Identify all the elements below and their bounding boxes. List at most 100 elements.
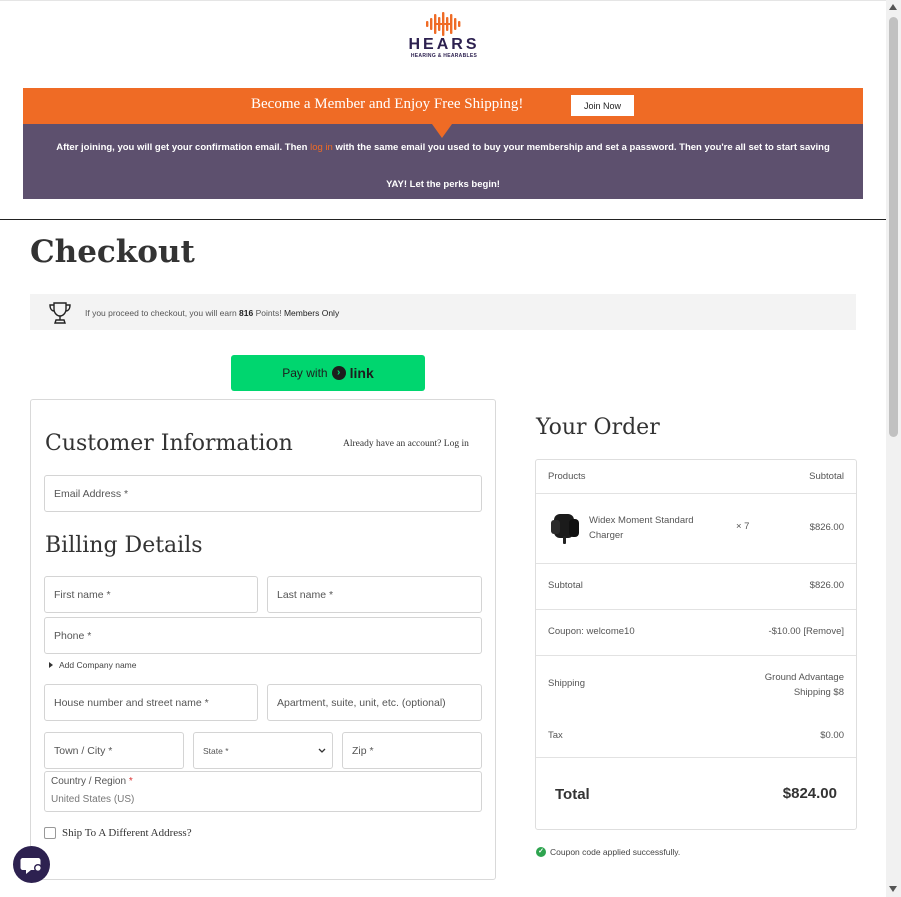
zip-field[interactable]: Zip * [342, 732, 482, 769]
first-name-placeholder: First name * [54, 588, 111, 601]
ship-different-label: Ship To A Different Address? [62, 827, 192, 839]
email-placeholder: Email Address * [54, 487, 129, 500]
shipping-label: Shipping [548, 678, 585, 689]
shipping-tax-row: Shipping Ground Advantage Shipping $8 Tax… [536, 656, 856, 758]
ship-different-address[interactable]: Ship To A Different Address? [44, 827, 192, 839]
scroll-up-arrow-icon[interactable] [889, 4, 897, 10]
membership-banner: Become a Member and Enjoy Free Shipping!… [23, 88, 863, 124]
coupon-success-text: Coupon code applied successfully. [550, 847, 681, 857]
checkout-page: HEARS HEARING & HEARABLES Become a Membe… [0, 0, 901, 897]
perks-message: YAY! Let the perks begin! [386, 179, 500, 190]
state-placeholder: State * [203, 745, 229, 756]
scroll-down-arrow-icon[interactable] [889, 886, 897, 892]
last-name-field[interactable]: Last name * [267, 576, 482, 613]
ship-different-checkbox[interactable] [44, 827, 56, 839]
pay-with-label: Pay with [282, 366, 328, 380]
instructions-login-link[interactable]: log in [310, 142, 333, 153]
pay-with-link-button[interactable]: Pay with › link [231, 355, 425, 391]
header-divider [0, 219, 886, 220]
logo-tagline: HEARING & HEARABLES [410, 53, 478, 59]
coupon-value: -$10.00 [768, 626, 801, 637]
product-quantity: × 7 [736, 521, 750, 532]
instructions-text-2: with the same email you used to buy your… [332, 142, 830, 153]
subtotal-value: $826.00 [809, 580, 844, 591]
chevron-down-icon [318, 748, 326, 753]
customer-information-title: Customer Information [45, 431, 293, 456]
logo-name: HEARS [408, 36, 480, 53]
scrollbar-thumb[interactable] [889, 17, 898, 437]
caret-right-icon [49, 662, 53, 668]
chat-widget-button[interactable] [13, 846, 50, 883]
product-name: Widex Moment Standard Charger [589, 515, 694, 541]
country-label-text: Country / Region [51, 776, 129, 787]
total-label: Total [555, 786, 590, 803]
coupon-discount: -$10.00 [Remove] [768, 626, 844, 637]
add-company-label: Add Company name [59, 660, 137, 670]
link-logo-icon: › [331, 366, 346, 380]
top-border [0, 0, 886, 1]
membership-instructions: After joining, you will get your confirm… [23, 141, 863, 155]
banner-pointer [432, 124, 452, 138]
total-value: $824.00 [782, 785, 837, 802]
subtotal-header: Subtotal [809, 471, 844, 482]
points-text-before: If you proceed to checkout, you will ear… [85, 308, 240, 318]
points-message: If you proceed to checkout, you will ear… [85, 308, 339, 318]
first-name-field[interactable]: First name * [44, 576, 258, 613]
points-text-after: Points! [253, 308, 284, 318]
email-field[interactable]: Email Address * [44, 475, 482, 512]
add-company-toggle[interactable]: Add Company name [49, 660, 137, 670]
hears-logo[interactable]: HEARS HEARING & HEARABLES [400, 12, 488, 64]
remove-coupon-link[interactable]: [Remove] [803, 626, 844, 637]
your-order-title: Your Order [536, 415, 660, 440]
phone-field[interactable]: Phone * [44, 617, 482, 654]
country-field[interactable]: Country / Region * United States (US) [44, 771, 482, 812]
coupon-success-message: ✓ Coupon code applied successfully. [536, 847, 680, 857]
check-circle-icon: ✓ [536, 847, 546, 857]
products-header: Products [548, 471, 586, 482]
country-label: Country / Region * [51, 776, 133, 787]
subtotal-label: Subtotal [548, 580, 583, 591]
shipping-value: Ground Advantage Shipping $8 [765, 670, 844, 700]
join-now-button[interactable]: Join Now [571, 95, 634, 116]
tax-value: $0.00 [820, 730, 844, 741]
shipping-cost: Shipping $8 [793, 687, 844, 698]
members-only-label: Members Only [283, 308, 340, 318]
subtotal-row: Subtotal $826.00 [536, 564, 856, 610]
page-title: Checkout [30, 234, 195, 270]
street-address-field[interactable]: House number and street name * [44, 684, 258, 721]
country-value: United States (US) [51, 794, 135, 805]
product-price: $826.00 [809, 522, 844, 533]
tax-label: Tax [548, 730, 563, 741]
shipping-method: Ground Advantage [764, 672, 844, 683]
apartment-field[interactable]: Apartment, suite, unit, etc. (optional) [267, 684, 482, 721]
zip-placeholder: Zip * [352, 744, 374, 757]
account-prompt-text: Already have an account? [343, 439, 444, 449]
login-link[interactable]: Log in [444, 439, 469, 449]
coupon-row: Coupon: welcome10 -$10.00 [Remove] [536, 610, 856, 656]
country-required-mark: * [128, 776, 133, 787]
order-header-row: Products Subtotal [536, 460, 856, 494]
account-prompt: Already have an account? Log in [343, 439, 469, 449]
apartment-placeholder: Apartment, suite, unit, etc. (optional) [277, 696, 446, 709]
order-summary: Products Subtotal Widex Moment Standard … [535, 459, 857, 830]
points-notice: If you proceed to checkout, you will ear… [30, 294, 856, 330]
order-item-row: Widex Moment Standard Charger × 7 $826.0… [536, 494, 856, 564]
sound-wave-logo-icon [426, 12, 461, 36]
state-select[interactable]: State * [193, 732, 333, 769]
phone-placeholder: Phone * [54, 629, 92, 642]
coupon-label: Coupon: welcome10 [548, 626, 635, 637]
city-placeholder: Town / City * [54, 744, 113, 757]
vertical-scrollbar[interactable] [886, 0, 901, 897]
billing-details-title: Billing Details [45, 533, 203, 558]
points-value: 816 [239, 308, 254, 318]
product-image [551, 514, 579, 544]
link-brand-label: link [349, 365, 374, 381]
membership-headline: Become a Member and Enjoy Free Shipping! [251, 96, 524, 112]
city-field[interactable]: Town / City * [44, 732, 184, 769]
chat-icon [20, 858, 42, 874]
street-placeholder: House number and street name * [54, 696, 209, 709]
last-name-placeholder: Last name * [277, 588, 334, 601]
instructions-text-1: After joining, you will get your confirm… [56, 142, 311, 153]
customer-billing-card: Customer Information Already have an acc… [30, 399, 496, 880]
trophy-icon [49, 302, 71, 324]
